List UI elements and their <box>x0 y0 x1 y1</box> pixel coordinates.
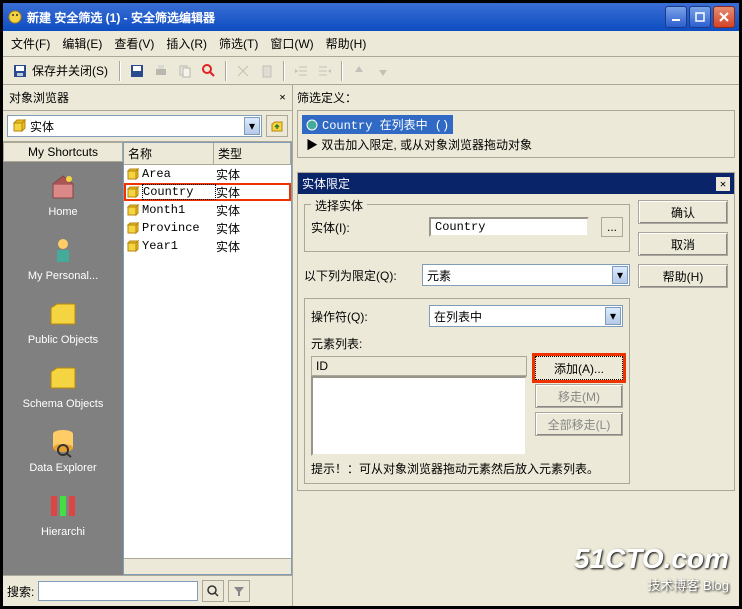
entity-field-label: 实体(I): <box>311 219 421 236</box>
search-tool-button[interactable] <box>199 61 219 81</box>
shortcut-icon <box>47 234 79 266</box>
entity-icon <box>126 221 140 235</box>
menu-window[interactable]: 窗口(W) <box>270 35 313 52</box>
limit-column-label: 以下列为限定(Q): <box>304 267 414 284</box>
element-list-box[interactable] <box>311 376 527 456</box>
dropdown-arrow-icon: ▾ <box>605 307 621 325</box>
globe-icon <box>306 119 318 131</box>
shortcut-icon <box>47 298 79 330</box>
entity-panel-title: 实体限定 <box>302 175 350 192</box>
shortcut-my-personal-[interactable]: My Personal... <box>3 226 123 290</box>
window-title: 新建 安全筛选 (1) - 安全筛选编辑器 <box>27 9 665 26</box>
save-icon <box>12 63 28 79</box>
object-browser-title: 对象浏览器 <box>9 89 69 106</box>
dropdown-arrow-icon: ▾ <box>244 117 260 135</box>
shortcut-public-objects[interactable]: Public Objects <box>3 290 123 354</box>
operator-dropdown[interactable]: 在列表中 ▾ <box>429 305 623 327</box>
minimize-button[interactable] <box>665 6 687 28</box>
app-icon <box>7 9 23 25</box>
filter-definition-box[interactable]: Country 在列表中 () ▶ 双击加入限定, 或从对象浏览器拖动对象 <box>297 110 735 158</box>
shortcut-hierarchi[interactable]: Hierarchi <box>3 482 123 546</box>
maximize-button[interactable] <box>689 6 711 28</box>
save-and-close-button[interactable]: 保存并关闭(S) <box>7 61 113 81</box>
add-element-button[interactable]: 添加(A)... <box>535 356 623 380</box>
menu-filter[interactable]: 筛选(T) <box>219 35 258 52</box>
menu-edit[interactable]: 编辑(E) <box>62 35 102 52</box>
menu-file[interactable]: 文件(F) <box>11 35 50 52</box>
cube-icon <box>12 119 26 133</box>
shortcut-icon <box>47 170 79 202</box>
entity-icon <box>126 167 140 181</box>
search-label: 搜索: <box>7 583 34 600</box>
horizontal-scrollbar[interactable] <box>124 558 291 574</box>
toolbar: 保存并关闭(S) <box>3 57 739 85</box>
list-item[interactable]: Month1实体 <box>124 201 291 219</box>
menu-view[interactable]: 查看(V) <box>114 35 154 52</box>
filter-hint: ▶ 双击加入限定, 或从对象浏览器拖动对象 <box>302 136 730 153</box>
cancel-button[interactable]: 取消 <box>638 232 728 256</box>
ok-button[interactable]: 确认 <box>638 200 728 224</box>
close-button[interactable] <box>713 6 735 28</box>
shortcut-data-explorer[interactable]: Data Explorer <box>3 418 123 482</box>
filter-condition-item[interactable]: Country 在列表中 () <box>302 115 453 134</box>
operator-label: 操作符(Q): <box>311 308 421 325</box>
panel-close-button[interactable]: × <box>279 90 286 105</box>
object-browser-panel: 对象浏览器 × 实体 ▾ My Shortcuts HomeMy Persona… <box>3 85 293 606</box>
shortcut-icon <box>47 362 79 394</box>
cut-button[interactable] <box>233 61 253 81</box>
shortcut-home[interactable]: Home <box>3 162 123 226</box>
element-list-id-col[interactable]: ID <box>311 356 527 376</box>
copy-button[interactable] <box>175 61 195 81</box>
shortcut-icon <box>47 426 79 458</box>
element-hint: 提示！：可从对象浏览器拖动元素然后放入元素列表。 <box>311 460 623 477</box>
save-button[interactable] <box>127 61 147 81</box>
help-button[interactable]: 帮助(H) <box>638 264 728 288</box>
dropdown-arrow-icon: ▾ <box>612 266 628 284</box>
move-down-button[interactable] <box>373 61 393 81</box>
move-up-button[interactable] <box>349 61 369 81</box>
entity-field[interactable]: Country <box>429 217 589 237</box>
print-button[interactable] <box>151 61 171 81</box>
remove-all-button[interactable]: 全部移走(L) <box>535 412 623 436</box>
filter-def-label: 筛选定义： <box>297 89 735 106</box>
shortcut-icon <box>47 490 79 522</box>
search-input[interactable] <box>38 581 198 601</box>
entity-browse-button[interactable]: ... <box>601 217 623 237</box>
remove-element-button[interactable]: 移走(M) <box>535 384 623 408</box>
entity-limit-panel: 实体限定 × 选择实体 实体(I): Country ... <box>297 172 735 491</box>
entity-type-dropdown[interactable]: 实体 ▾ <box>7 115 262 137</box>
menubar: 文件(F) 编辑(E) 查看(V) 插入(R) 筛选(T) 窗口(W) 帮助(H… <box>3 31 739 57</box>
shortcuts-bar: My Shortcuts HomeMy Personal...Public Ob… <box>3 142 123 575</box>
menu-insert[interactable]: 插入(R) <box>166 35 207 52</box>
col-name[interactable]: 名称 <box>124 143 214 164</box>
entity-icon <box>126 185 140 199</box>
shortcut-schema-objects[interactable]: Schema Objects <box>3 354 123 418</box>
list-item[interactable]: Year1实体 <box>124 237 291 255</box>
select-entity-label: 选择实体 <box>311 197 367 214</box>
list-item[interactable]: Area实体 <box>124 165 291 183</box>
list-item[interactable]: Country实体 <box>124 183 291 201</box>
outdent-button[interactable] <box>291 61 311 81</box>
search-go-button[interactable] <box>202 580 224 602</box>
entity-icon <box>126 239 140 253</box>
menu-help[interactable]: 帮助(H) <box>326 35 367 52</box>
shortcuts-header[interactable]: My Shortcuts <box>3 142 123 162</box>
list-item[interactable]: Province实体 <box>124 219 291 237</box>
indent-button[interactable] <box>315 61 335 81</box>
limit-column-dropdown[interactable]: 元素 ▾ <box>422 264 630 286</box>
paste-button[interactable] <box>257 61 277 81</box>
col-type[interactable]: 类型 <box>214 143 291 164</box>
element-list-label: 元素列表: <box>311 335 623 352</box>
filter-editor-panel: 筛选定义： Country 在列表中 () ▶ 双击加入限定, 或从对象浏览器拖… <box>293 85 739 606</box>
filter-button[interactable] <box>228 580 250 602</box>
entity-icon <box>126 203 140 217</box>
entity-panel-close[interactable]: × <box>716 177 730 191</box>
up-folder-button[interactable] <box>266 115 288 137</box>
object-list: 名称 类型 Area实体Country实体Month1实体Province实体Y… <box>123 142 292 575</box>
titlebar: 新建 安全筛选 (1) - 安全筛选编辑器 <box>3 3 739 31</box>
